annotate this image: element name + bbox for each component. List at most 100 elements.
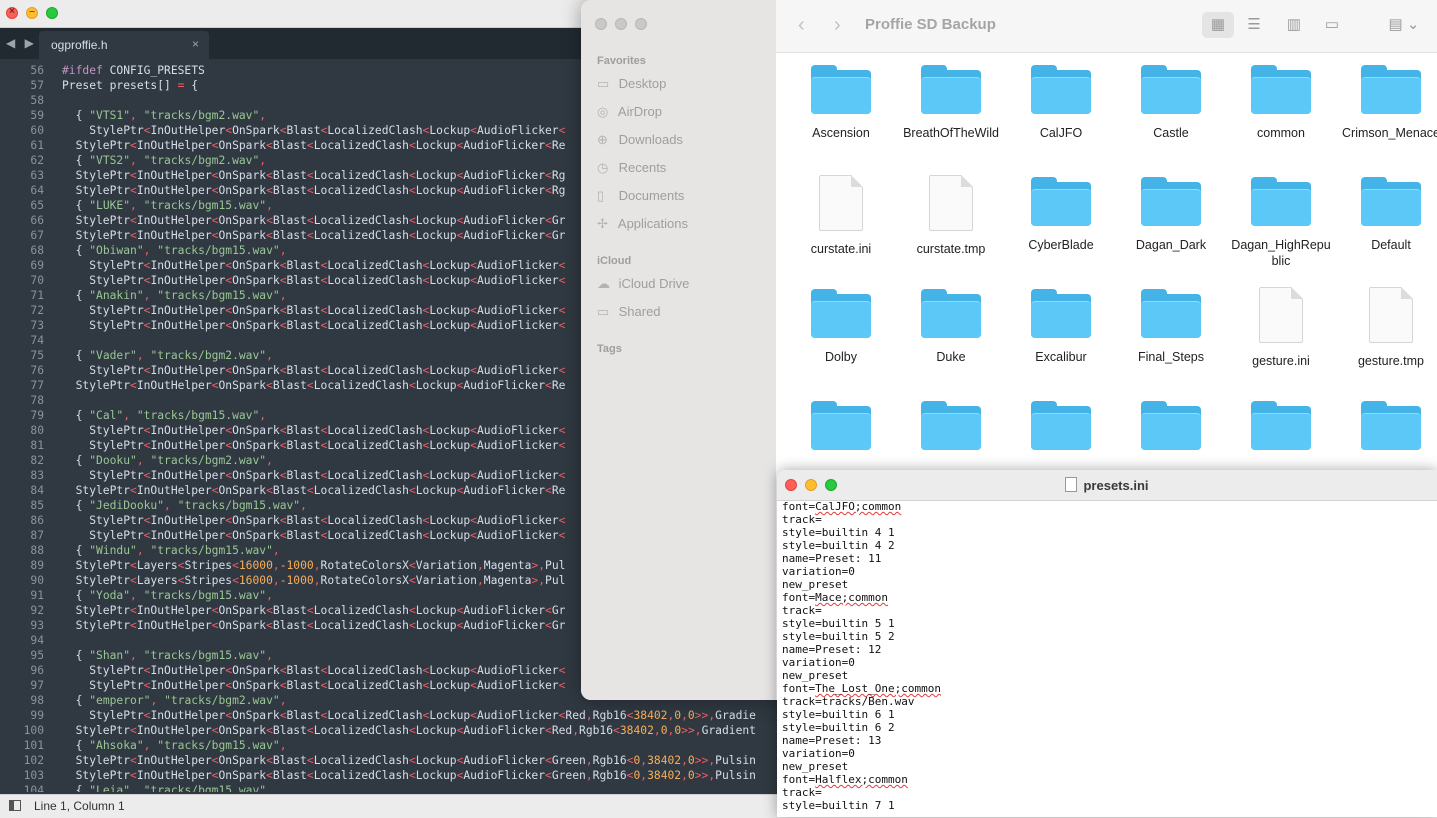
sidebar-toggle-icon[interactable]: [9, 800, 21, 811]
folder-item[interactable]: BreathOfTheWild: [896, 53, 1006, 141]
folder-item[interactable]: Castle: [1116, 53, 1226, 141]
folder-item[interactable]: Dagan_HighRepu blic: [1226, 165, 1336, 269]
item-label: Default: [1371, 238, 1411, 252]
sidebar-item-label: iCloud Drive: [615, 276, 690, 291]
ini-text-body[interactable]: font=CalJFO;common track= style=builtin 4 …: [782, 500, 1432, 812]
ini-window-title: presets.ini: [777, 477, 1437, 493]
folder-icon: [1141, 175, 1201, 227]
line-number: 78: [30, 394, 44, 407]
minimize-window-button[interactable]: –: [26, 6, 38, 19]
line-number: 72: [30, 304, 44, 317]
file-item[interactable]: gesture.ini: [1226, 277, 1336, 369]
line-number: 62: [30, 154, 44, 167]
folder-item[interactable]: [1006, 389, 1116, 461]
folder-item[interactable]: Final_Steps: [1116, 277, 1226, 365]
file-item[interactable]: gesture.tmp: [1336, 277, 1437, 369]
list-view-button[interactable]: ☰: [1238, 12, 1270, 38]
ini-line: font=Halflex;common: [782, 773, 908, 786]
sidebar-item-downloads[interactable]: ⊕ Downloads: [597, 132, 683, 152]
folder-item[interactable]: common: [1226, 53, 1336, 141]
line-number: 80: [30, 424, 44, 437]
folder-icon: [1031, 63, 1091, 115]
sidebar-item-airdrop[interactable]: ◎ AirDrop: [597, 104, 662, 124]
ini-line: style=builtin 7 1: [782, 799, 895, 812]
folder-item[interactable]: Ascension: [786, 53, 896, 141]
icon-view-button[interactable]: ▦: [1202, 12, 1234, 38]
item-label: Dolby: [825, 350, 857, 364]
sidebar-item-documents[interactable]: ▯ Documents: [597, 188, 684, 208]
sidebar-item-applications[interactable]: ✢ Applications: [597, 216, 688, 236]
item-label: curstate.ini: [810, 242, 872, 256]
file-item[interactable]: curstate.tmp: [896, 165, 1006, 257]
line-number: 57: [30, 79, 44, 92]
sidebar-item-desktop[interactable]: ▭ Desktop: [597, 76, 666, 96]
close-window-button[interactable]: ×: [6, 6, 18, 19]
folder-item[interactable]: Excalibur: [1006, 277, 1116, 365]
finder-toolbar: ‹ › Proffie SD Backup ▦ ☰ ▥ ▭ ▤ ⌄: [776, 0, 1437, 53]
folder-item[interactable]: Default: [1336, 165, 1437, 253]
folder-item[interactable]: [1116, 389, 1226, 461]
document-icon: [929, 175, 973, 231]
folder-item[interactable]: Duke: [896, 277, 1006, 365]
folder-item[interactable]: CyberBlade: [1006, 165, 1116, 253]
folder-icon: [1361, 63, 1421, 115]
folder-item[interactable]: Dagan_Dark: [1116, 165, 1226, 253]
sidebar-item-shared[interactable]: ▭ Shared: [597, 304, 661, 324]
ini-line: style=builtin 5 1: [782, 617, 895, 630]
tab-ogproffie[interactable]: ogproffie.h ×: [39, 31, 209, 59]
ini-line: variation=0: [782, 656, 855, 669]
line-number: 90: [30, 574, 44, 587]
finder-sidebar: Favorites iCloud Tags ▭ Desktop ◎ AirDrop…: [581, 0, 776, 700]
forward-chevron-icon[interactable]: ›: [834, 14, 841, 37]
folder-item[interactable]: [1226, 389, 1336, 461]
line-number: 76: [30, 364, 44, 377]
folder-item[interactable]: CalJFO: [1006, 53, 1116, 141]
folder-item[interactable]: Crimson_Menace: [1336, 53, 1437, 141]
ini-line: track=: [782, 513, 822, 526]
tab-nav-arrows-icon[interactable]: ◀ ▶: [6, 36, 37, 50]
finder-minimize-button[interactable]: [615, 18, 627, 30]
line-number: 85: [30, 499, 44, 512]
sidebar-item-label: Desktop: [615, 76, 667, 91]
line-number: 93: [30, 619, 44, 632]
folder-icon: [1031, 175, 1091, 227]
folder-item[interactable]: [896, 389, 1006, 461]
line-number: 92: [30, 604, 44, 617]
line-number: 69: [30, 259, 44, 272]
finder-folder-title: Proffie SD Backup: [865, 16, 996, 33]
folder-icon: [1141, 287, 1201, 339]
document-icon: [1065, 477, 1078, 492]
line-number: 61: [30, 139, 44, 152]
zoom-window-button[interactable]: [46, 7, 58, 19]
item-label: CalJFO: [1039, 126, 1083, 140]
line-number: 94: [30, 634, 44, 647]
back-chevron-icon[interactable]: ‹: [798, 14, 805, 37]
item-label: common: [1257, 126, 1305, 140]
line-number: 71: [30, 289, 44, 302]
item-label: curstate.tmp: [916, 242, 986, 256]
sidebar-item-icloud-drive[interactable]: ☁ iCloud Drive: [597, 276, 689, 296]
downloads-icon: ⊕: [597, 132, 608, 147]
finder-close-button[interactable]: [595, 18, 607, 30]
line-number: 63: [30, 169, 44, 182]
folder-icon: [1251, 63, 1311, 115]
finder-zoom-button[interactable]: [635, 18, 647, 30]
sidebar-item-recents[interactable]: ◷ Recents: [597, 160, 666, 180]
folder-item[interactable]: [786, 389, 896, 461]
group-by-button[interactable]: ▤ ⌄: [1382, 12, 1426, 38]
column-view-button[interactable]: ▥: [1278, 12, 1310, 38]
line-number: 104: [23, 784, 44, 792]
folder-item[interactable]: [1336, 389, 1437, 461]
line-number: 79: [30, 409, 44, 422]
ini-line: style=builtin 5 2: [782, 630, 895, 643]
tab-close-icon[interactable]: ×: [192, 37, 199, 51]
folder-item[interactable]: Dolby: [786, 277, 896, 365]
line-number: 67: [30, 229, 44, 242]
line-number: 96: [30, 664, 44, 677]
gallery-view-button[interactable]: ▭: [1316, 12, 1348, 38]
line-number: 64: [30, 184, 44, 197]
favorites-heading: Favorites: [597, 55, 646, 67]
line-number: 103: [23, 769, 44, 782]
file-item[interactable]: curstate.ini: [786, 165, 896, 257]
recents-icon: ◷: [597, 160, 609, 175]
